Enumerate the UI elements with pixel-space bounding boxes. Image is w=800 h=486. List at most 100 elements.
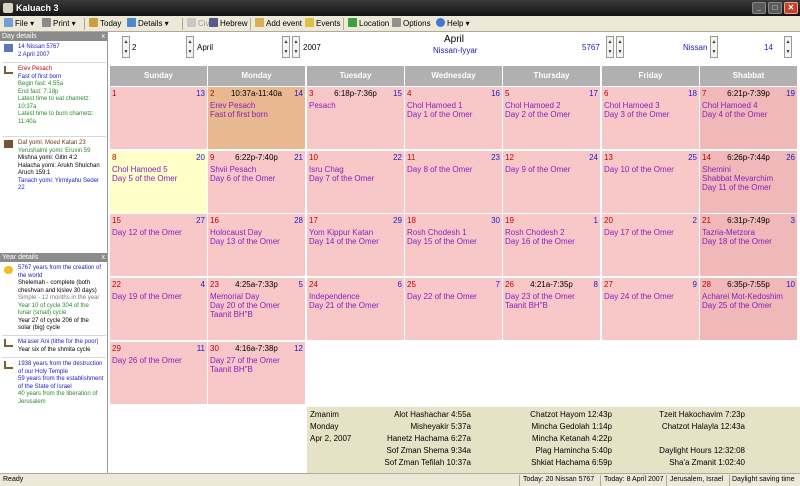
event-label[interactable]: Pesach: [309, 101, 336, 110]
day-cell[interactable]: 29 11 Day 26 of the Omer: [110, 342, 208, 405]
event-label[interactable]: Day 14 of the Omer: [309, 237, 379, 246]
event-label[interactable]: Shemini: [702, 165, 731, 174]
event-label[interactable]: Holocaust Day: [210, 228, 262, 237]
close-icon[interactable]: x: [102, 253, 106, 262]
day-cell[interactable]: 5 17 Chol Hamoed 2 Day 2 of the Omer: [503, 87, 601, 150]
close-button[interactable]: ✕: [784, 2, 798, 14]
event-label[interactable]: Shabbat Mevarchim: [702, 174, 773, 183]
event-label[interactable]: Day 3 of the Omer: [604, 110, 669, 119]
day-cell[interactable]: 16 28 Holocaust Day Day 13 of the Omer: [208, 214, 306, 277]
event-label[interactable]: Day 25 of the Omer: [702, 301, 772, 310]
file-menu-button[interactable]: File ▾: [4, 18, 34, 30]
event-label[interactable]: Erev Pesach: [210, 101, 255, 110]
day-cell[interactable]: 19 1 Rosh Chodesh 2 Day 16 of the Omer: [503, 214, 601, 277]
day-cell[interactable]: 15 27 Day 12 of the Omer: [110, 214, 208, 277]
event-label[interactable]: Day 15 of the Omer: [407, 237, 477, 246]
close-icon[interactable]: x: [102, 32, 106, 41]
event-label[interactable]: Chol Hamoed 3: [604, 101, 660, 110]
event-label[interactable]: Day 4 of the Omer: [702, 110, 767, 119]
event-label[interactable]: Chol Hamoed 5: [112, 165, 168, 174]
event-label[interactable]: Day 12 of the Omer: [112, 228, 182, 237]
options-button[interactable]: Options: [392, 18, 431, 30]
location-button[interactable]: Location: [348, 18, 389, 30]
hebrew-button[interactable]: Hebrew: [209, 18, 248, 30]
day-cell[interactable]: 2 14 10:37a-11:40a Erev Pesach Fast of first…: [208, 87, 306, 150]
event-label[interactable]: Day 23 of the Omer: [505, 292, 575, 301]
day-cell[interactable]: 23 5 4:25a-7:33p Memorial Day Day 20 of the …: [208, 278, 306, 341]
day-cell[interactable]: 3 15 6:18p-7:36p Pesach: [307, 87, 405, 150]
day-cell[interactable]: 24 6 Independence Day 21 of the Omer: [307, 278, 405, 341]
event-label[interactable]: Day 18 of the Omer: [702, 237, 772, 246]
day-cell[interactable]: 28 10 6:35p-7:55p Acharei Mot-Kedoshim Day 2…: [700, 278, 798, 341]
event-label[interactable]: Day 8 of the Omer: [407, 165, 472, 174]
day-cell[interactable]: 12 24 Day 9 of the Omer: [503, 151, 601, 214]
event-label[interactable]: Isru Chag: [309, 165, 344, 174]
day-cell[interactable]: 9 21 6:22p-7:40p Shvii Pesach Day 6 of the O…: [208, 151, 306, 214]
hebrew-month-spinner[interactable]: ▲ ▼: [710, 36, 718, 58]
event-label[interactable]: Rosh Chodesh 1: [407, 228, 467, 237]
event-label[interactable]: Day 11 of the Omer: [702, 183, 771, 192]
event-label[interactable]: Chol Hamoed 2: [505, 101, 561, 110]
event-label[interactable]: Taanit BH"B: [505, 301, 548, 310]
day-cell[interactable]: 11 23 Day 8 of the Omer: [405, 151, 503, 214]
day-cell[interactable]: 30 12 4:16a-7:38p Day 27 of the Omer Taanit …: [208, 342, 306, 405]
year-spinner-secondary[interactable]: ▲ ▼: [292, 36, 300, 58]
minimize-button[interactable]: _: [752, 2, 766, 14]
day-cell[interactable]: 26 8 4:21a-7:35p Day 23 of the Omer Taanit B…: [503, 278, 601, 341]
day-cell[interactable]: 22 4 Day 19 of the Omer: [110, 278, 208, 341]
event-label[interactable]: Day 5 of the Omer: [112, 174, 177, 183]
day-cell[interactable]: 21 3 6:31p-7:49p Tazria-Metzora Day 18 of th…: [700, 214, 798, 277]
day-cell[interactable]: 17 29 Yom Kippur Katan Day 14 of the Omer: [307, 214, 405, 277]
event-label[interactable]: Memorial Day: [210, 292, 259, 301]
event-label[interactable]: Day 22 of the Omer: [407, 292, 477, 301]
day-cell[interactable]: 18 30 Rosh Chodesh 1 Day 15 of the Omer: [405, 214, 503, 277]
event-label[interactable]: Independence: [309, 292, 360, 301]
details-button[interactable]: Details ▾: [127, 18, 169, 30]
day-cell[interactable]: 7 19 6:21p-7:39p Chol Hamoed 4 Day 4 of the …: [700, 87, 798, 150]
event-label[interactable]: Day 1 of the Omer: [407, 110, 472, 119]
event-label[interactable]: Rosh Chodesh 2: [505, 228, 565, 237]
event-label[interactable]: Fast of first born: [210, 110, 268, 119]
add-event-button[interactable]: Add event: [255, 18, 302, 30]
today-button[interactable]: Today: [89, 18, 121, 30]
day-spinner[interactable]: ▲ ▼: [122, 36, 130, 58]
day-cell[interactable]: 6 18 Chol Hamoed 3 Day 3 of the Omer: [602, 87, 700, 150]
maximize-button[interactable]: □: [768, 2, 782, 14]
event-label[interactable]: Acharei Mot-Kedoshim: [702, 292, 783, 301]
event-label[interactable]: Day 20 of the Omer: [210, 301, 280, 310]
day-cell[interactable]: 27 9 Day 24 of the Omer: [602, 278, 700, 341]
event-label[interactable]: Yom Kippur Katan: [309, 228, 373, 237]
day-cell[interactable]: 13 25 Day 10 of the Omer: [602, 151, 700, 214]
day-cell[interactable]: 1 13: [110, 87, 208, 150]
event-label[interactable]: Day 16 of the Omer: [505, 237, 575, 246]
event-label[interactable]: Chol Hamoed 1: [407, 101, 463, 110]
event-label[interactable]: Day 24 of the Omer: [604, 292, 674, 301]
event-label[interactable]: Day 17 of the Omer: [604, 228, 674, 237]
day-cell[interactable]: 4 16 Chol Hamoed 1 Day 1 of the Omer: [405, 87, 503, 150]
day-cell[interactable]: 25 7 Day 22 of the Omer: [405, 278, 503, 341]
event-label[interactable]: Day 27 of the Omer: [210, 356, 280, 365]
print-button[interactable]: Print ▾: [42, 18, 76, 30]
event-label[interactable]: Taanit BH"B: [210, 310, 253, 319]
hebrew-year-spinner[interactable]: ▲ ▼: [606, 36, 614, 58]
event-label[interactable]: Tazria-Metzora: [702, 228, 755, 237]
hebrew-day-spinner[interactable]: ▲ ▼: [784, 36, 792, 58]
day-cell[interactable]: 20 2 Day 17 of the Omer: [602, 214, 700, 277]
day-cell[interactable]: 10 22 Isru Chag Day 7 of the Omer: [307, 151, 405, 214]
event-label[interactable]: Day 7 of the Omer: [309, 174, 374, 183]
year-spinner[interactable]: ▲ ▼: [282, 36, 290, 58]
event-label[interactable]: Day 19 of the Omer: [112, 292, 182, 301]
event-label[interactable]: Taanit BH"B: [210, 365, 253, 374]
day-cell[interactable]: 14 26 6:26p-7:44p Shemini Shabbat Mevarchim D…: [700, 151, 798, 214]
day-cell[interactable]: 8 20 Chol Hamoed 5 Day 5 of the Omer: [110, 151, 208, 214]
events-button[interactable]: Events: [305, 18, 340, 30]
help-menu-button[interactable]: Help ▾: [436, 18, 470, 30]
event-label[interactable]: Chol Hamoed 4: [702, 101, 758, 110]
month-spinner[interactable]: ▲ ▼: [186, 36, 194, 58]
event-label[interactable]: Day 13 of the Omer: [210, 237, 280, 246]
event-label[interactable]: Day 10 of the Omer: [604, 165, 674, 174]
event-label[interactable]: Day 26 of the Omer: [112, 356, 182, 365]
hebrew-year-spinner-secondary[interactable]: ▲ ▼: [616, 36, 624, 58]
event-label[interactable]: Day 21 of the Omer: [309, 301, 379, 310]
event-label[interactable]: Day 9 of the Omer: [505, 165, 570, 174]
